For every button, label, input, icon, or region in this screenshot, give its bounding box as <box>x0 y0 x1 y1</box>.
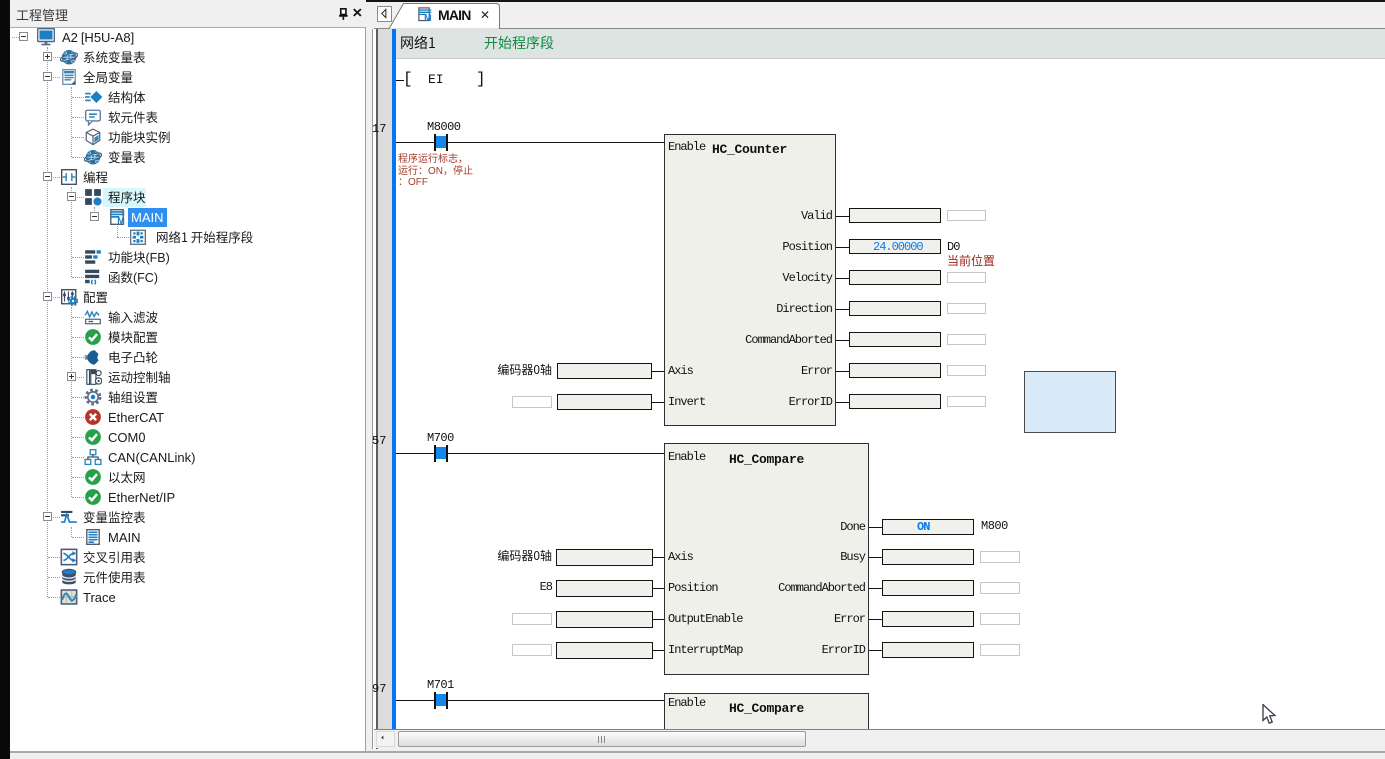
svg-text:M: M <box>117 216 125 226</box>
svg-text:M: M <box>424 13 431 22</box>
